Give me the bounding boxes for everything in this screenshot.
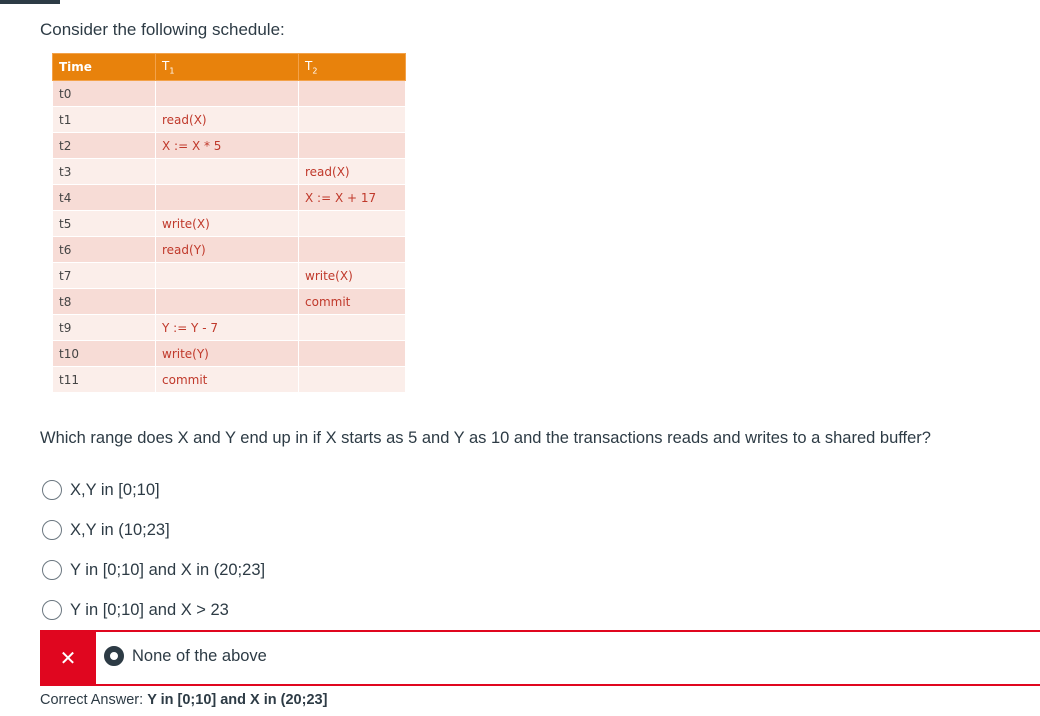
schedule-header-row: Time T1 T2 (52, 53, 406, 81)
radio-button[interactable] (42, 560, 62, 580)
schedule-row: t10 write(Y) (52, 340, 406, 367)
selected-answer-box: ✕ None of the above (40, 630, 1040, 686)
time-cell: t9 (52, 314, 156, 341)
t1-cell (155, 80, 299, 107)
t2-cell (298, 236, 406, 263)
t2-cell (298, 210, 406, 237)
t1-cell: Y := Y - 7 (155, 314, 299, 341)
t2-cell (298, 132, 406, 159)
answer-option-5[interactable]: None of the above (104, 646, 267, 666)
t2-cell: commit (298, 288, 406, 315)
t2-cell (298, 314, 406, 341)
correct-answer: Correct Answer: Y in [0;10] and X in (20… (40, 692, 327, 708)
t1-cell: commit (155, 366, 299, 393)
answer-option-4[interactable]: Y in [0;10] and X > 23 (42, 598, 229, 622)
radio-button[interactable] (42, 480, 62, 500)
schedule-table: Time T1 T2 t0 t1 read(X) t2 X := X * 5 t… (52, 53, 406, 393)
t1-cell (155, 288, 299, 315)
t1-cell (155, 158, 299, 185)
question-text: Which range does X and Y end up in if X … (40, 429, 931, 447)
schedule-row: t8 commit (52, 288, 406, 315)
option-label: Y in [0;10] and X > 23 (70, 600, 229, 619)
time-cell: t10 (52, 340, 156, 367)
schedule-row: t4 X := X + 17 (52, 184, 406, 211)
t1-cell: read(Y) (155, 236, 299, 263)
t2-cell (298, 340, 406, 367)
time-cell: t4 (52, 184, 156, 211)
time-cell: t5 (52, 210, 156, 237)
header-time: Time (52, 53, 156, 81)
time-cell: t2 (52, 132, 156, 159)
schedule-row: t0 (52, 80, 406, 107)
t2-cell: X := X + 17 (298, 184, 406, 211)
schedule-row: t1 read(X) (52, 106, 406, 133)
question-intro: Consider the following schedule: (40, 20, 285, 39)
time-cell: t0 (52, 80, 156, 107)
option-label: Y in [0;10] and X in (20;23] (70, 560, 266, 579)
schedule-row: t6 read(Y) (52, 236, 406, 263)
time-cell: t6 (52, 236, 156, 263)
incorrect-icon: ✕ (40, 632, 96, 684)
time-cell: t7 (52, 262, 156, 289)
time-cell: t3 (52, 158, 156, 185)
radio-button[interactable] (42, 600, 62, 620)
schedule-row: t7 write(X) (52, 262, 406, 289)
radio-button-selected[interactable] (104, 646, 124, 666)
t2-cell: read(X) (298, 158, 406, 185)
t2-cell: write(X) (298, 262, 406, 289)
answer-option-3[interactable]: Y in [0;10] and X in (20;23] (42, 558, 265, 582)
t1-cell (155, 262, 299, 289)
t2-cell (298, 80, 406, 107)
t1-cell: write(Y) (155, 340, 299, 367)
schedule-row: t2 X := X * 5 (52, 132, 406, 159)
correct-answer-value: Y in [0;10] and X in (20;23] (147, 692, 328, 708)
t1-cell: write(X) (155, 210, 299, 237)
schedule-row: t9 Y := Y - 7 (52, 314, 406, 341)
answer-option-2[interactable]: X,Y in (10;23] (42, 518, 170, 542)
radio-button[interactable] (42, 520, 62, 540)
header-t2: T2 (298, 53, 406, 81)
schedule-row: t5 write(X) (52, 210, 406, 237)
t1-cell: X := X * 5 (155, 132, 299, 159)
time-cell: t1 (52, 106, 156, 133)
time-cell: t11 (52, 366, 156, 393)
schedule-row: t3 read(X) (52, 158, 406, 185)
t2-cell (298, 106, 406, 133)
option-label: None of the above (132, 646, 267, 665)
top-tab-indicator (0, 0, 60, 4)
option-label: X,Y in [0;10] (70, 480, 160, 499)
t1-cell (155, 184, 299, 211)
header-t1: T1 (155, 53, 299, 81)
schedule-row: t11 commit (52, 366, 406, 393)
correct-answer-prefix: Correct Answer: (40, 692, 144, 708)
option-label: X,Y in (10;23] (70, 520, 170, 539)
answer-option-1[interactable]: X,Y in [0;10] (42, 478, 160, 502)
time-cell: t8 (52, 288, 156, 315)
t1-cell: read(X) (155, 106, 299, 133)
t2-cell (298, 366, 406, 393)
